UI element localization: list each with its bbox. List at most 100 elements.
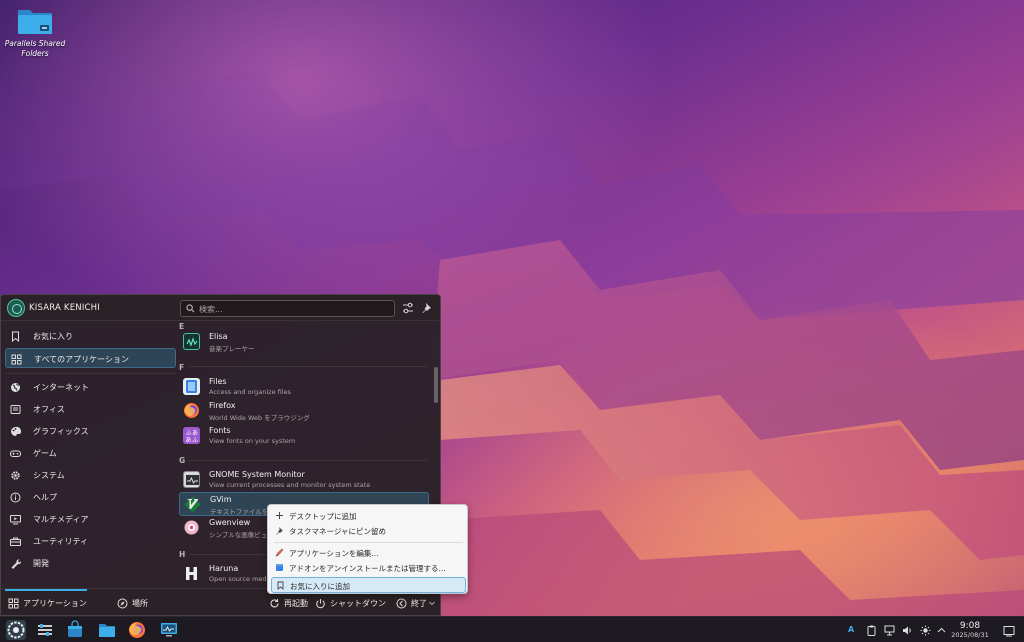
- haruna-icon: [183, 565, 200, 582]
- restart-button[interactable]: 再起動: [269, 597, 309, 611]
- desktop-icon-shared-folders[interactable]: Parallels Shared Folders: [4, 6, 66, 59]
- app-item-fonts[interactable]: ふああふ Fonts View fonts on your system: [179, 424, 429, 448]
- grid-icon: [8, 598, 19, 609]
- settings-icon: [38, 624, 52, 636]
- sidebar-item-graphics[interactable]: グラフィックス: [5, 421, 176, 441]
- monitor-icon: [10, 515, 21, 525]
- sidebar-divider: [5, 373, 176, 374]
- app-name: Elisa: [209, 332, 228, 341]
- section-letter-f: F: [179, 363, 185, 372]
- app-name: GNOME System Monitor: [209, 470, 305, 479]
- power-icon: [316, 599, 325, 609]
- context-menu: デスクトップに追加 タスクマネージャにピン留め アプリケーションを編集... ア…: [267, 504, 468, 594]
- sidebar-item-internet[interactable]: インターネット: [5, 377, 176, 397]
- tab-places[interactable]: 場所: [117, 597, 157, 611]
- app-description: Access and organize files: [209, 388, 291, 396]
- pin-icon: [276, 527, 283, 535]
- menu-item-add-to-desktop[interactable]: デスクトップに追加: [271, 508, 466, 523]
- shutdown-button[interactable]: シャットダウン: [315, 597, 387, 611]
- app-name: Firefox: [209, 401, 236, 410]
- menu-item-edit-application[interactable]: アプリケーションを編集...: [271, 545, 466, 560]
- taskbar-system-settings[interactable]: [35, 620, 55, 640]
- network-icon[interactable]: [884, 625, 895, 636]
- sidebar-item-office[interactable]: オフィス: [5, 399, 176, 419]
- app-description: World Wide Web をブラウジング: [209, 414, 310, 422]
- app-item-files[interactable]: Files Access and organize files: [179, 375, 429, 399]
- wrench-icon: [11, 559, 21, 569]
- sidebar-item-favorites[interactable]: お気に入り: [5, 326, 176, 346]
- sidebar-item-games[interactable]: ゲーム: [5, 443, 176, 463]
- chevron-up-icon[interactable]: [936, 625, 947, 636]
- show-desktop-icon[interactable]: [1003, 625, 1015, 637]
- keyboard-layout-indicator[interactable]: A: [848, 625, 859, 636]
- menu-divider: [274, 542, 463, 543]
- taskbar-system-monitor[interactable]: [159, 620, 179, 640]
- app-item-gnome-system-monitor[interactable]: GNOME System Monitor View current proces…: [179, 468, 429, 492]
- app-item-firefox[interactable]: Firefox World Wide Web をブラウジング: [179, 399, 429, 423]
- folder-icon: [16, 6, 54, 36]
- restart-icon: [270, 599, 279, 608]
- search-input[interactable]: 検索...: [180, 300, 395, 317]
- configure-icon[interactable]: [401, 301, 415, 315]
- pin-icon[interactable]: [421, 301, 435, 315]
- gvim-icon: [184, 496, 201, 513]
- folder-icon: [99, 624, 115, 637]
- sidebar-item-utilities[interactable]: ユーティリティ: [5, 531, 176, 551]
- sidebar-item-all-applications[interactable]: すべてのアプリケーション: [5, 348, 176, 368]
- svg-text:ふ: ふ: [186, 430, 192, 437]
- palette-icon: [11, 426, 21, 436]
- tab-applications[interactable]: アプリケーション: [8, 597, 90, 611]
- section-letter-h: H: [179, 550, 186, 559]
- menu-item-add-to-favorites[interactable]: お気に入りに追加: [271, 577, 466, 593]
- active-tab-indicator: [5, 589, 87, 591]
- firefox-icon: [129, 622, 145, 638]
- menu-item-label: アプリケーションを編集...: [289, 549, 379, 558]
- sidebar-item-label: 開発: [33, 559, 49, 568]
- sidebar-item-label: ヘルプ: [33, 493, 57, 502]
- app-description: テキストファイルを: [210, 508, 269, 516]
- taskbar-discover[interactable]: [65, 620, 85, 640]
- sidebar-item-label: オフィス: [33, 405, 65, 414]
- taskbar: A 9:08 2025/08/31: [0, 616, 1024, 642]
- volume-icon[interactable]: [902, 625, 913, 636]
- office-icon: [10, 405, 21, 414]
- sidebar-item-multimedia[interactable]: マルチメディア: [5, 509, 176, 529]
- menu-item-pin-to-task-manager[interactable]: タスクマネージャにピン留め: [271, 523, 466, 538]
- desktop-icon-label: Parallels Shared Folders: [4, 39, 66, 58]
- kde-logo-icon: [7, 621, 25, 639]
- taskbar-file-manager[interactable]: [97, 620, 117, 640]
- system-monitor-icon: [183, 471, 200, 488]
- scrollbar-thumb[interactable]: [434, 367, 438, 403]
- clipboard-icon[interactable]: [866, 625, 877, 636]
- digital-clock[interactable]: 9:08 2025/08/31: [948, 621, 992, 640]
- launcher-header: KISARA KENICHI 検索...: [1, 295, 440, 321]
- menu-item-label: デスクトップに追加: [289, 512, 357, 521]
- sidebar-item-system[interactable]: システム: [5, 465, 176, 485]
- avatar[interactable]: [7, 299, 25, 317]
- app-item-elisa[interactable]: Elisa 音楽プレーヤー: [179, 330, 429, 354]
- application-launcher-button[interactable]: [6, 620, 26, 640]
- menu-item-label: アドオンをアンインストールまたは管理する...: [289, 564, 446, 573]
- svg-text:ふ: ふ: [192, 437, 198, 444]
- sidebar-item-development[interactable]: 開発: [5, 553, 176, 573]
- menu-item-manage-addons[interactable]: アドオンをアンインストールまたは管理する...: [271, 560, 466, 575]
- button-label: 終了: [411, 599, 427, 608]
- gamepad-icon: [10, 450, 21, 457]
- sidebar-item-label: システム: [33, 471, 65, 480]
- menu-item-label: タスクマネージャにピン留め: [289, 527, 386, 536]
- sidebar-item-help[interactable]: ヘルプ: [5, 487, 176, 507]
- app-name: Fonts: [209, 426, 231, 435]
- sidebar-item-label: グラフィックス: [33, 427, 89, 436]
- files-icon: [183, 378, 200, 395]
- leave-button[interactable]: 終了: [396, 597, 438, 611]
- app-name: Gwenview: [209, 518, 251, 527]
- section-letter-g: G: [179, 456, 186, 465]
- taskbar-firefox[interactable]: [127, 620, 147, 640]
- app-description: View current processes and monitor syste…: [209, 481, 371, 489]
- compass-icon: [117, 598, 128, 609]
- app-name: GVim: [210, 495, 232, 504]
- app-name: Files: [209, 377, 227, 386]
- sidebar-item-label: お気に入り: [33, 332, 73, 341]
- globe-icon: [11, 383, 20, 392]
- brightness-icon[interactable]: [920, 625, 931, 636]
